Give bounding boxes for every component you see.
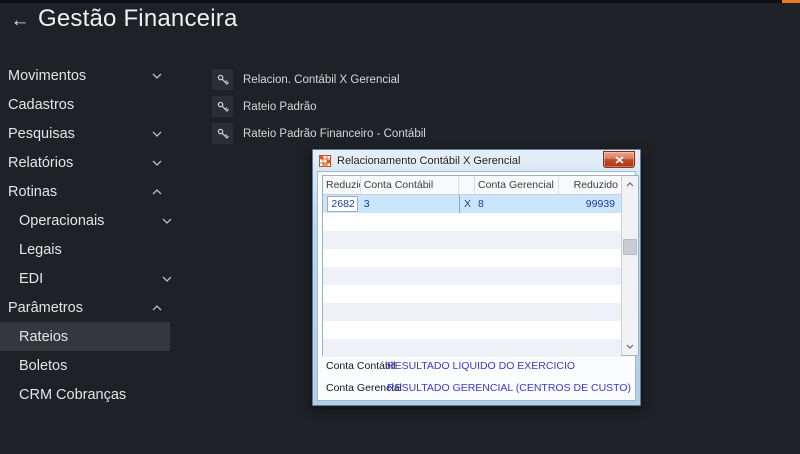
conta-contabil-label: Conta Contábil (326, 360, 387, 372)
table-row-empty[interactable] (323, 213, 621, 231)
scroll-up-icon[interactable] (622, 176, 638, 193)
table-row-empty[interactable] (323, 303, 621, 321)
chevron-down-icon (161, 215, 173, 227)
conta-gerencial-label: Conta Gerencial (326, 382, 387, 394)
sidebar-item-movimentos[interactable]: Movimentos (0, 61, 180, 90)
dialog-title: Relacionamento Contábil X Gerencial (337, 155, 520, 167)
chevron-down-icon (151, 157, 163, 169)
table-row-empty[interactable] (323, 285, 621, 303)
table-row-selected[interactable]: 2682 3 X 8 99939 (323, 195, 621, 213)
sidebar-item-boletos[interactable]: Boletos (0, 351, 180, 380)
app-window: ← Gestão Financeira Movimentos Cadastros… (0, 0, 800, 454)
close-button[interactable] (603, 151, 635, 168)
key-icon (216, 73, 230, 87)
sidebar-item-legais[interactable]: Legais (0, 235, 180, 264)
vertical-scrollbar[interactable] (621, 176, 638, 355)
sidebar-item-relatorios[interactable]: Relatórios (0, 148, 180, 177)
conta-gerencial-value: RESULTADO GERENCIAL (CENTROS DE CUSTO) (387, 382, 631, 394)
reduzido-edit-cell[interactable]: 2682 (327, 196, 358, 212)
column-header-conta-contabil[interactable]: Conta Contábil (361, 176, 459, 194)
scroll-down-icon[interactable] (622, 338, 638, 355)
key-icon (216, 100, 230, 114)
sidebar-item-rateios[interactable]: Rateios (0, 322, 170, 351)
top-edge-strip (0, 0, 800, 3)
sidebar-item-crm-cobrancas[interactable]: CRM Cobranças (0, 380, 180, 409)
shortcut-list: Relacion. Contábil X Gerencial Rateio Pa… (212, 66, 426, 147)
sidebar-item-label: Parâmetros (0, 300, 83, 316)
shortcut-label: Rateio Padrão Financeiro - Contábil (243, 128, 426, 140)
key-button[interactable] (212, 69, 233, 90)
sidebar-item-cadastros[interactable]: Cadastros (0, 90, 180, 119)
column-header-reduzido-contabil[interactable]: Reduzido (323, 176, 361, 194)
window-grid-icon (319, 155, 331, 167)
shortcut-label: Relacion. Contábil X Gerencial (243, 74, 400, 86)
footer-conta-contabil: Conta Contábil RESULTADO LIQUIDO DO EXER… (326, 360, 575, 372)
page-title: Gestão Financeira (38, 5, 238, 33)
column-header-x[interactable] (459, 176, 475, 194)
sidebar-item-label: Cadastros (0, 97, 74, 113)
column-header-reduzido-gerencial[interactable]: Reduzido (559, 176, 621, 194)
column-header-conta-gerencial[interactable]: Conta Gerencial (475, 176, 559, 194)
cell-conta-gerencial[interactable]: 8 (475, 195, 559, 213)
sidebar-item-label: Operacionais (0, 213, 104, 229)
shortcut-relacion-contabil-x-gerencial[interactable]: Relacion. Contábil X Gerencial (212, 66, 426, 93)
sidebar-item-label: Relatórios (0, 155, 73, 171)
dialog-body: Reduzido Conta Contábil Conta Gerencial … (317, 171, 636, 401)
sidebar-item-label: Rotinas (0, 184, 57, 200)
chevron-down-icon (161, 273, 173, 285)
sidebar-item-parametros[interactable]: Parâmetros (0, 293, 180, 322)
table-row-empty[interactable] (323, 321, 621, 339)
footer-conta-gerencial: Conta Gerencial RESULTADO GERENCIAL (CEN… (326, 382, 631, 394)
sidebar-item-edi[interactable]: EDI (0, 264, 180, 293)
sidebar-item-label: Pesquisas (0, 126, 75, 142)
dialog-titlebar[interactable]: Relacionamento Contábil X Gerencial (313, 150, 640, 171)
sidebar-item-label: Boletos (0, 358, 67, 374)
conta-contabil-value: RESULTADO LIQUIDO DO EXERCICIO (387, 360, 575, 372)
table-row-empty[interactable] (323, 231, 621, 249)
shortcut-rateio-padrao-financeiro-contabil[interactable]: Rateio Padrão Financeiro - Contábil (212, 120, 426, 147)
shortcut-label: Rateio Padrão (243, 101, 317, 113)
chevron-up-icon (151, 302, 163, 314)
chevron-down-icon (151, 128, 163, 140)
key-button[interactable] (212, 123, 233, 144)
cell-x: X (459, 195, 475, 213)
chevron-up-icon (151, 186, 163, 198)
cell-reduzido-contabil[interactable]: 2682 (323, 195, 361, 213)
table-row-empty[interactable] (323, 267, 621, 285)
sidebar-item-pesquisas[interactable]: Pesquisas (0, 119, 180, 148)
sidebar-item-label: EDI (0, 271, 43, 287)
sidebar-item-label: CRM Cobranças (0, 387, 126, 403)
orange-accent-bar (782, 0, 800, 3)
sidebar-item-operacionais[interactable]: Operacionais (0, 206, 180, 235)
sidebar-item-label: Rateios (0, 329, 68, 345)
cell-conta-contabil[interactable]: 3 (361, 195, 459, 213)
key-button[interactable] (212, 96, 233, 117)
table-header-row: Reduzido Conta Contábil Conta Gerencial … (323, 176, 621, 195)
scrollbar-thumb[interactable] (623, 239, 637, 255)
dialog-relacionamento-contabil-x-gerencial: Relacionamento Contábil X Gerencial Redu… (312, 149, 641, 406)
sidebar-item-rotinas[interactable]: Rotinas (0, 177, 180, 206)
sidebar-item-label: Movimentos (0, 68, 86, 84)
back-button[interactable]: ← (8, 8, 32, 34)
sidebar-menu: Movimentos Cadastros Pesquisas Relatório… (0, 61, 180, 409)
chevron-down-icon (151, 70, 163, 82)
table-row-empty[interactable] (323, 249, 621, 267)
cell-reduzido-gerencial[interactable]: 99939 (559, 195, 621, 213)
table-row-empty[interactable] (323, 339, 621, 357)
shortcut-rateio-padrao[interactable]: Rateio Padrão (212, 93, 426, 120)
sidebar-item-label: Legais (0, 242, 62, 258)
relation-table: Reduzido Conta Contábil Conta Gerencial … (322, 175, 639, 356)
key-icon (216, 127, 230, 141)
